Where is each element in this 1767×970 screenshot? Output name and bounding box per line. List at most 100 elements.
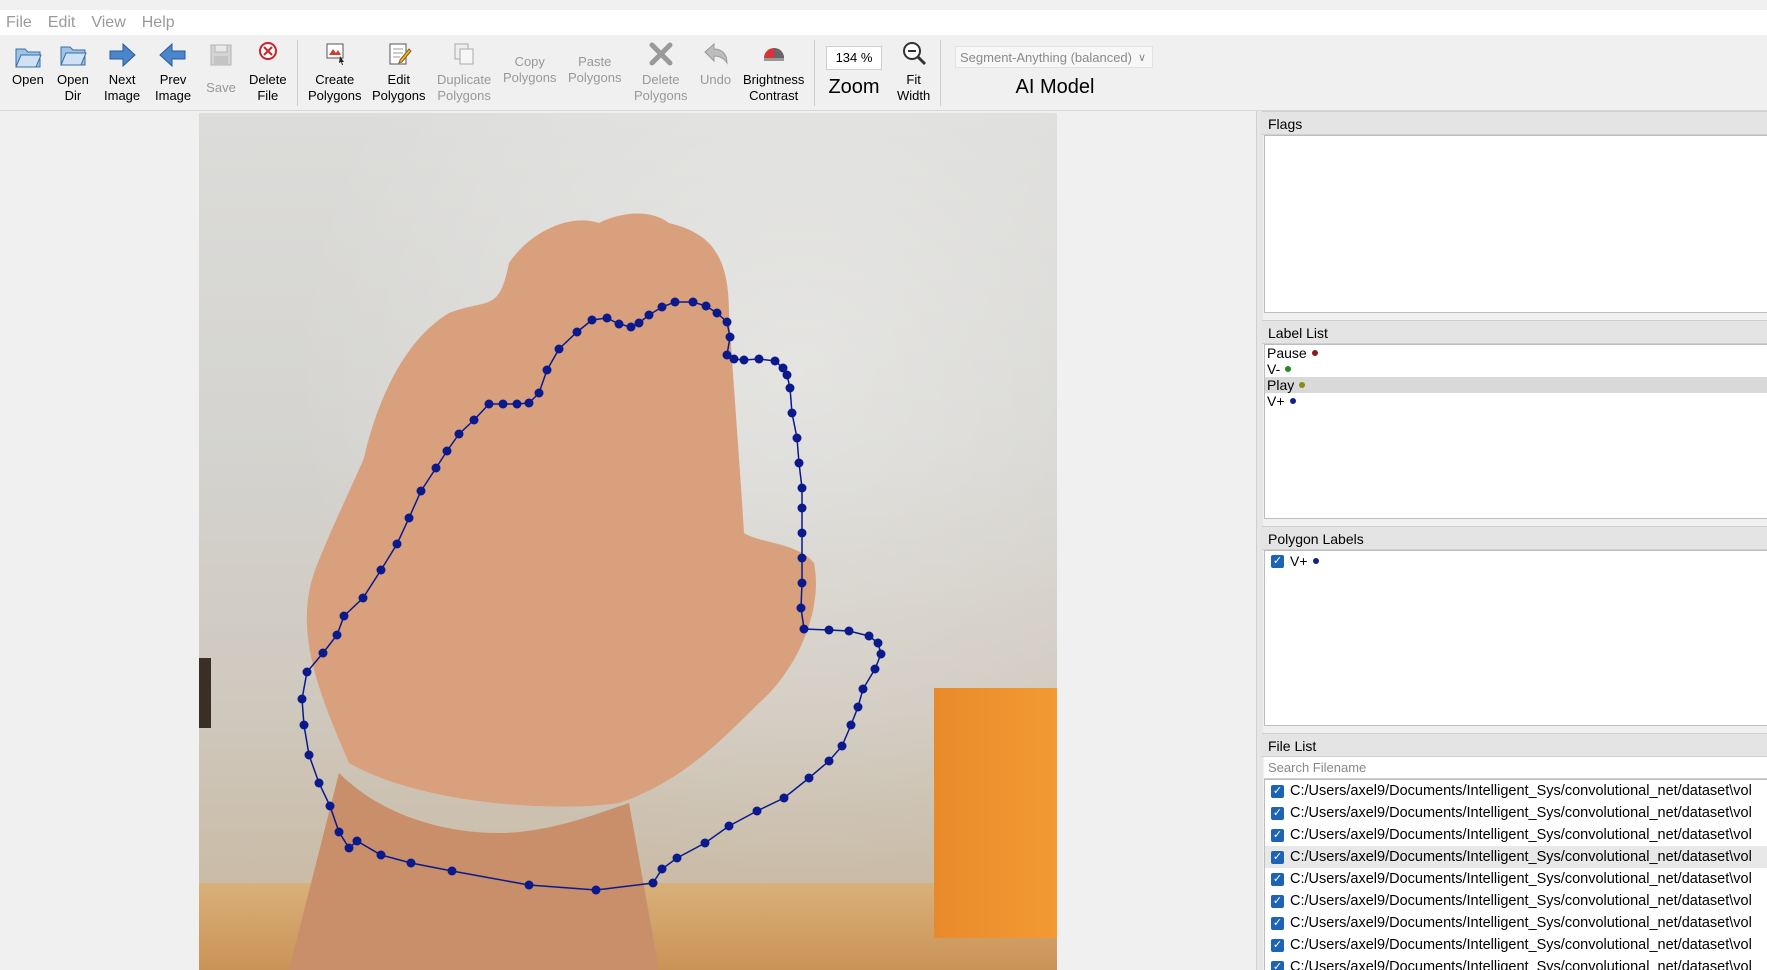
polygon-vertex[interactable] — [796, 603, 806, 613]
file-list-item[interactable]: ✓ C:/Users/axel9/Documents/Intelligent_Sy… — [1265, 868, 1767, 890]
polygon-vertex[interactable] — [416, 486, 426, 496]
polygon-vertex[interactable] — [524, 398, 534, 408]
polygon-vertex[interactable] — [722, 350, 732, 360]
polygon-vertex[interactable] — [314, 778, 324, 788]
polygon-vertex[interactable] — [304, 750, 314, 760]
polygon-vertex[interactable] — [837, 741, 847, 751]
file-list-item[interactable]: ✓ C:/Users/axel9/Documents/Intelligent_Sy… — [1265, 780, 1767, 802]
polygon-vertex[interactable] — [846, 720, 856, 730]
ai-model-select[interactable]: Segment-Anything (balanced) ∨ — [955, 46, 1153, 68]
polygon-vertex[interactable] — [431, 463, 441, 473]
polygon-vertex[interactable] — [299, 720, 309, 730]
polygon-vertex[interactable] — [799, 624, 809, 634]
paste-polygons-button[interactable]: Paste Polygons — [568, 40, 621, 86]
polygon-vertex[interactable] — [779, 793, 789, 803]
polygon-vertex[interactable] — [701, 301, 711, 311]
polygon-vertex[interactable] — [797, 578, 807, 588]
polygon-vertex[interactable] — [792, 433, 802, 443]
polygon-vertex[interactable] — [864, 631, 874, 641]
menu-help[interactable]: Help — [136, 14, 181, 32]
delete-polygons-button[interactable]: Delete Polygons — [634, 40, 687, 104]
menu-view[interactable]: View — [85, 14, 131, 32]
polygon-vertex[interactable] — [853, 702, 863, 712]
polygon-vertex[interactable] — [339, 611, 349, 621]
annotated-image[interactable] — [199, 113, 1057, 970]
polygon-vertex[interactable] — [700, 838, 710, 848]
polygon-vertex[interactable] — [498, 399, 508, 409]
polygon-vertex[interactable] — [572, 327, 582, 337]
polygon-vertex[interactable] — [442, 446, 452, 456]
polygon-vertex[interactable] — [352, 836, 362, 846]
polygon-vertex[interactable] — [876, 649, 886, 659]
checkbox-icon[interactable]: ✓ — [1271, 806, 1284, 820]
polygon-vertex[interactable] — [626, 322, 636, 332]
polygon-vertex[interactable] — [785, 383, 795, 393]
polygon-vertex[interactable] — [724, 821, 734, 831]
polygon-vertex[interactable] — [454, 429, 464, 439]
polygon-vertex[interactable] — [670, 297, 680, 307]
polygon-vertex[interactable] — [318, 648, 328, 658]
polygon-vertex[interactable] — [614, 319, 624, 329]
polygon-vertex[interactable] — [634, 318, 644, 328]
menu-edit[interactable]: Edit — [42, 14, 82, 32]
edit-polygons-button[interactable]: Edit Polygons — [372, 40, 425, 104]
label-list-item[interactable]: Play — [1265, 377, 1767, 393]
polygon-vertex[interactable] — [325, 801, 335, 811]
file-list-item[interactable]: ✓ C:/Users/axel9/Documents/Intelligent_Sy… — [1265, 934, 1767, 956]
undo-button[interactable]: Undo — [700, 40, 731, 88]
next-image-button[interactable]: Next Image — [104, 40, 140, 104]
file-list-item[interactable]: ✓ C:/Users/axel9/Documents/Intelligent_Sy… — [1265, 956, 1767, 970]
file-list-item[interactable]: ✓ C:/Users/axel9/Documents/Intelligent_Sy… — [1265, 846, 1767, 868]
polygon-vertex[interactable] — [392, 539, 402, 549]
checkbox-icon[interactable]: ✓ — [1271, 916, 1284, 930]
save-button[interactable]: Save — [206, 40, 236, 96]
flags-list[interactable] — [1264, 135, 1767, 313]
polygon-vertex[interactable] — [602, 313, 612, 323]
polygon-vertex[interactable] — [447, 866, 457, 876]
polygon-vertex[interactable] — [797, 503, 807, 513]
polygon-vertex[interactable] — [644, 310, 654, 320]
polygon-vertex[interactable] — [302, 667, 312, 677]
polygon-vertex[interactable] — [406, 858, 416, 868]
polygon-vertex[interactable] — [752, 806, 762, 816]
file-list-item[interactable]: ✓ C:/Users/axel9/Documents/Intelligent_Sy… — [1265, 824, 1767, 846]
polygon-vertex[interactable] — [484, 399, 494, 409]
polygon-vertex[interactable] — [688, 297, 698, 307]
search-filename-input[interactable]: Search Filename — [1264, 757, 1767, 779]
checkbox-icon[interactable]: ✓ — [1271, 828, 1284, 842]
polygon-vertex[interactable] — [672, 853, 682, 863]
polygon-vertex[interactable] — [797, 553, 807, 563]
polygon-vertex[interactable] — [524, 880, 534, 890]
file-list[interactable]: ✓ C:/Users/axel9/Documents/Intelligent_Sy… — [1264, 779, 1767, 970]
polygon-vertex[interactable] — [797, 483, 807, 493]
polygon-vertex[interactable] — [376, 565, 386, 575]
polygon-vertex[interactable] — [376, 850, 386, 860]
polygon-vertex[interactable] — [404, 513, 414, 523]
file-list-item[interactable]: ✓ C:/Users/axel9/Documents/Intelligent_Sy… — [1265, 802, 1767, 824]
polygon-labels-list[interactable]: ✓ V+ — [1264, 550, 1767, 726]
polygon-vertex[interactable] — [722, 317, 732, 327]
checkbox-icon[interactable]: ✓ — [1271, 960, 1284, 970]
brightness-contrast-button[interactable]: Brightness Contrast — [743, 40, 804, 104]
checkbox-icon[interactable]: ✓ — [1271, 784, 1284, 798]
label-list[interactable]: Pause V- Play V+ — [1264, 344, 1767, 519]
checkbox-icon[interactable]: ✓ — [1271, 872, 1284, 886]
polygon-vertex[interactable] — [787, 408, 797, 418]
polygon-vertex[interactable] — [824, 756, 834, 766]
polygon-vertex[interactable] — [358, 593, 368, 603]
polygon-vertex[interactable] — [770, 356, 780, 366]
polygon-vertex[interactable] — [858, 684, 868, 694]
checkbox-icon[interactable]: ✓ — [1271, 938, 1284, 952]
polygon-vertex[interactable] — [797, 528, 807, 538]
polygon-vertex[interactable] — [534, 388, 544, 398]
label-list-item[interactable]: V- — [1265, 361, 1767, 377]
polygon-vertex[interactable] — [591, 885, 601, 895]
fit-width-button[interactable]: Fit Width — [897, 40, 930, 104]
polygon-vertex[interactable] — [725, 332, 735, 342]
checkbox-icon[interactable]: ✓ — [1271, 894, 1284, 908]
polygon-vertex[interactable] — [334, 827, 344, 837]
polygon-vertex[interactable] — [778, 363, 788, 373]
file-list-item[interactable]: ✓ C:/Users/axel9/Documents/Intelligent_Sy… — [1265, 912, 1767, 934]
file-list-item[interactable]: ✓ C:/Users/axel9/Documents/Intelligent_Sy… — [1265, 890, 1767, 912]
polygon-vertex[interactable] — [587, 315, 597, 325]
